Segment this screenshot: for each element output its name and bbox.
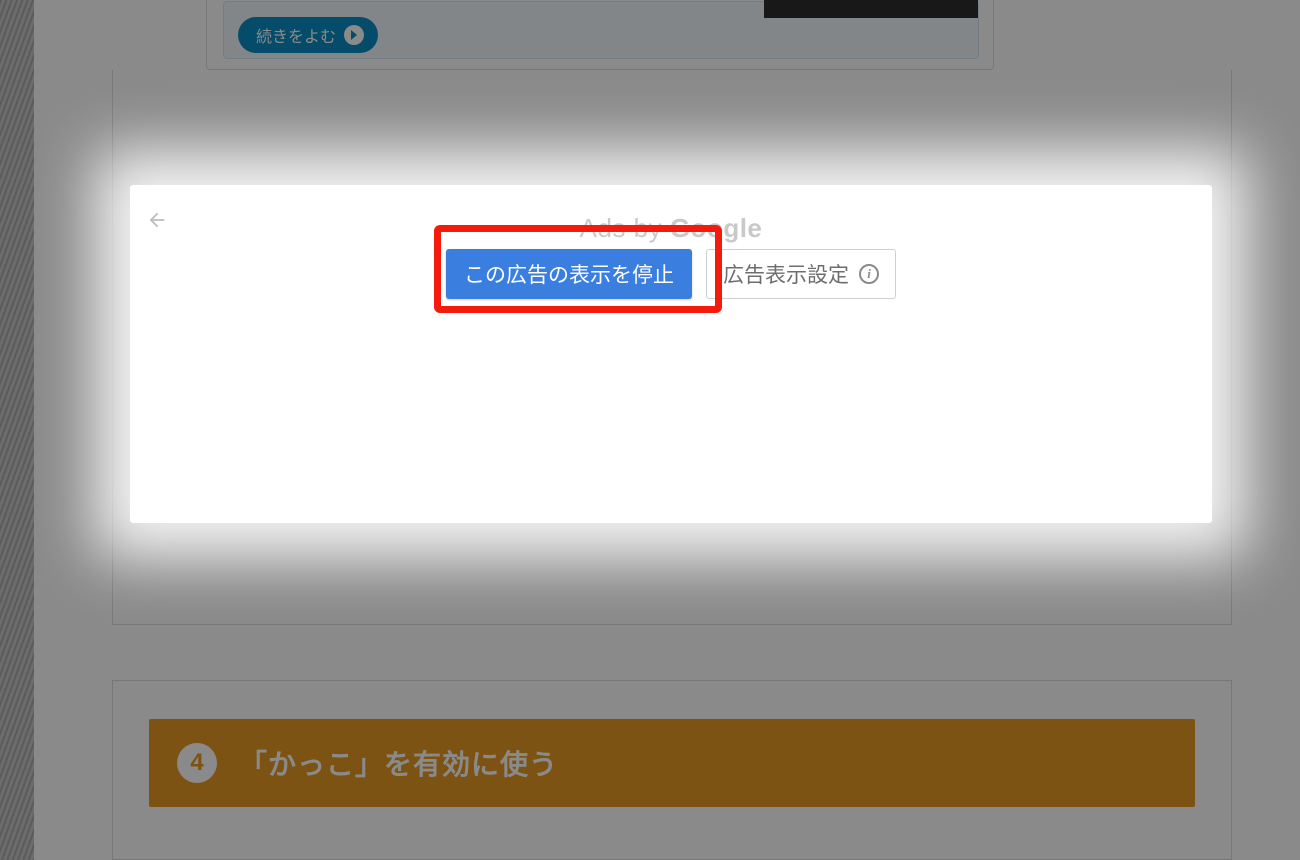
ads-by-brand: Google [670, 213, 763, 243]
ad-settings-button[interactable]: 広告表示設定 i [706, 249, 896, 299]
info-icon: i [859, 264, 879, 284]
stop-ad-button[interactable]: この広告の表示を停止 [446, 249, 692, 299]
ad-buttons-row: この広告の表示を停止 広告表示設定 i [130, 249, 1212, 299]
ads-by-google-label: Ads by Google [130, 213, 1212, 244]
ads-by-prefix: Ads by [580, 213, 670, 243]
ad-feedback-panel: Ads by Google この広告の表示を停止 広告表示設定 i [130, 185, 1212, 523]
ad-settings-label: 広告表示設定 [723, 259, 849, 289]
